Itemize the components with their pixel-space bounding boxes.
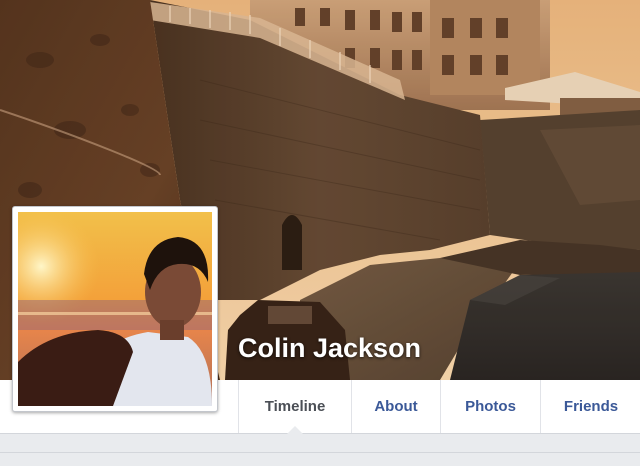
divider <box>0 452 640 453</box>
tab-about[interactable]: About <box>351 380 440 433</box>
tab-timeline-label: Timeline <box>264 398 326 415</box>
profile-picture-image <box>18 212 212 406</box>
content-area <box>0 434 640 466</box>
tab-friends[interactable]: Friends <box>540 380 640 433</box>
tab-friends-label: Friends <box>563 398 619 415</box>
tab-photos-label: Photos <box>465 398 516 415</box>
tab-photos[interactable]: Photos <box>440 380 540 433</box>
profile-picture[interactable] <box>12 206 218 412</box>
tab-timeline[interactable]: Timeline <box>238 380 351 434</box>
tab-about-label: About <box>374 398 418 415</box>
profile-name[interactable]: Colin Jackson <box>238 333 421 364</box>
active-tab-caret-icon <box>287 426 303 434</box>
